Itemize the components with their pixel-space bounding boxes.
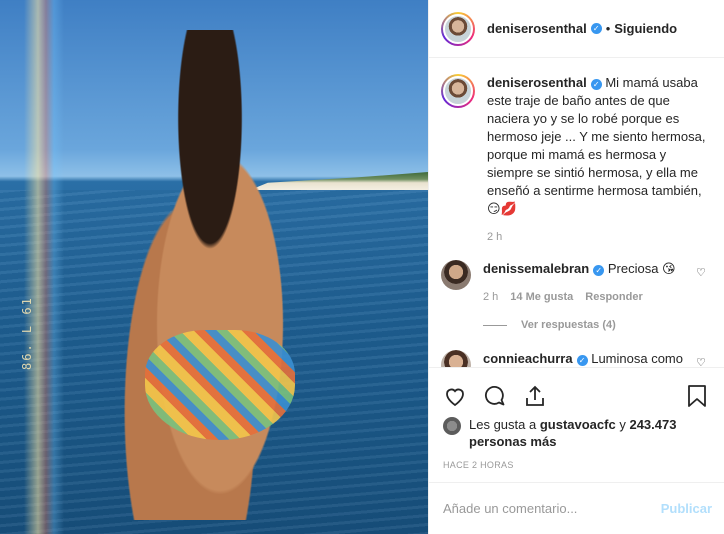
comment-item: denissemalebran ✓ Preciosa 😘 2 h 14 Me gu… [441,260,708,334]
caption: deniserosenthal ✓ Mi mamá usaba este traj… [441,74,708,246]
view-replies[interactable]: Ver respuestas (4) [483,316,684,334]
comment-likes[interactable]: 14 Me gusta [510,288,573,306]
comment-item: connieachurra✓ Luminosa como un 🌞 ♡ [441,350,708,367]
swimsuit [145,330,295,440]
post-timestamp[interactable]: HACE 2 HORAS [443,460,708,470]
following-button[interactable]: Siguiendo [614,21,677,36]
liker-avatar[interactable] [443,417,461,435]
publish-button[interactable]: Publicar [661,501,712,516]
verified-icon: ✓ [593,265,605,276]
replies-line [483,324,507,326]
instagram-post: 86. L 61 deniserosenthal ✓ • Siguiendo d… [0,0,724,534]
post-header: deniserosenthal ✓ • Siguiendo [429,0,724,58]
comments-list[interactable]: deniserosenthal ✓ Mi mamá usaba este traj… [429,58,724,367]
comment-username[interactable]: denissemalebran [483,261,589,276]
share-icon[interactable] [523,384,547,408]
verified-icon: ✓ [590,79,602,90]
comment-like-icon[interactable]: ♡ [696,356,708,367]
comment-like-icon[interactable]: ♡ [696,266,708,279]
comment-time[interactable]: 2 h [483,288,498,306]
post-photo[interactable]: 86. L 61 [0,0,428,534]
likes-and: y [619,417,626,432]
comment-username[interactable]: connieachurra [483,351,573,366]
woman-figure [110,30,310,520]
add-comment-bar: Publicar [429,482,724,534]
verified-icon: ✓ [576,355,588,366]
comment-text: Preciosa 😘 [607,261,676,276]
likes-summary: Les gusta a gustavoacfc y 243.473 person… [443,416,708,450]
post-sidebar: deniserosenthal ✓ • Siguiendo deniserose… [428,0,724,534]
photo-date-stamp: 86. L 61 [20,296,34,370]
comment-input[interactable] [443,501,661,516]
heart-icon[interactable] [443,384,467,408]
caption-time[interactable]: 2 h [487,228,502,246]
commenter-avatar[interactable] [441,350,471,367]
caption-avatar[interactable] [441,74,475,108]
header-username[interactable]: deniserosenthal [487,21,587,36]
light-flare [24,0,64,534]
separator-dot: • [605,21,611,36]
bookmark-icon[interactable] [686,384,708,408]
post-actions: Les gusta a gustavoacfc y 243.473 person… [429,367,724,470]
comment-icon[interactable] [483,384,507,408]
caption-username[interactable]: deniserosenthal [487,75,587,90]
reply-button[interactable]: Responder [585,288,642,306]
liker-username[interactable]: gustavoacfc [540,417,616,432]
caption-text: Mi mamá usaba este traje de baño antes d… [487,75,706,216]
likes-prefix: Les gusta a [469,417,537,432]
view-replies-label[interactable]: Ver respuestas (4) [521,316,616,334]
commenter-avatar[interactable] [441,260,471,290]
verified-icon: ✓ [590,23,602,34]
avatar[interactable] [441,11,475,46]
